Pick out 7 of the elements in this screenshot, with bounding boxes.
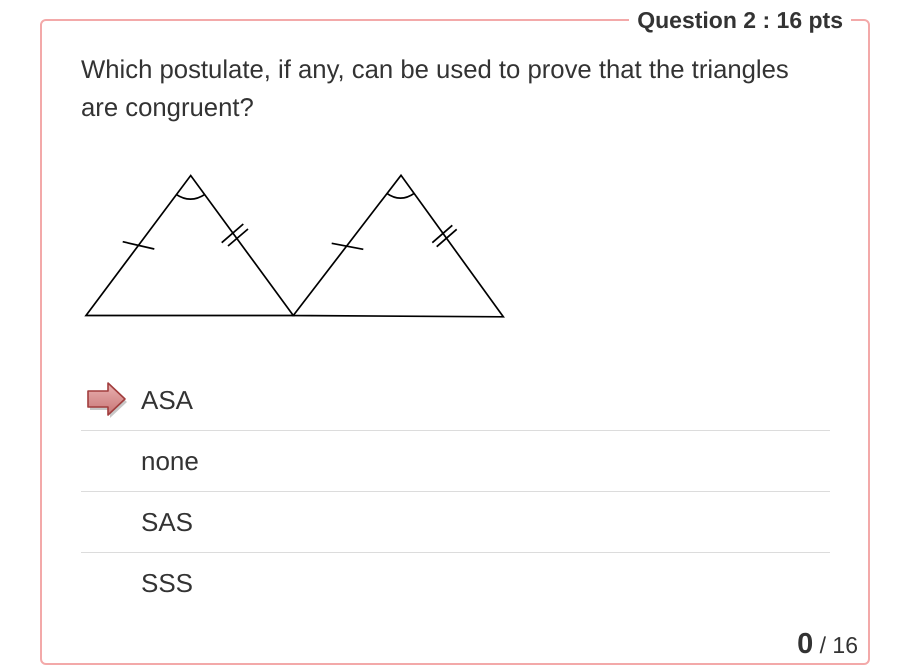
answer-option[interactable]: SSS (81, 553, 830, 613)
question-text: Which postulate, if any, can be used to prove that the triangles are congruent? (81, 55, 790, 124)
answer-option[interactable]: SAS (81, 492, 830, 553)
answer-option[interactable]: none (81, 431, 830, 492)
answer-option[interactable]: ASA (81, 370, 830, 431)
score-text: 0 / 16 (796, 629, 858, 662)
question-header: Question 2 : 16 pts (636, 7, 844, 33)
